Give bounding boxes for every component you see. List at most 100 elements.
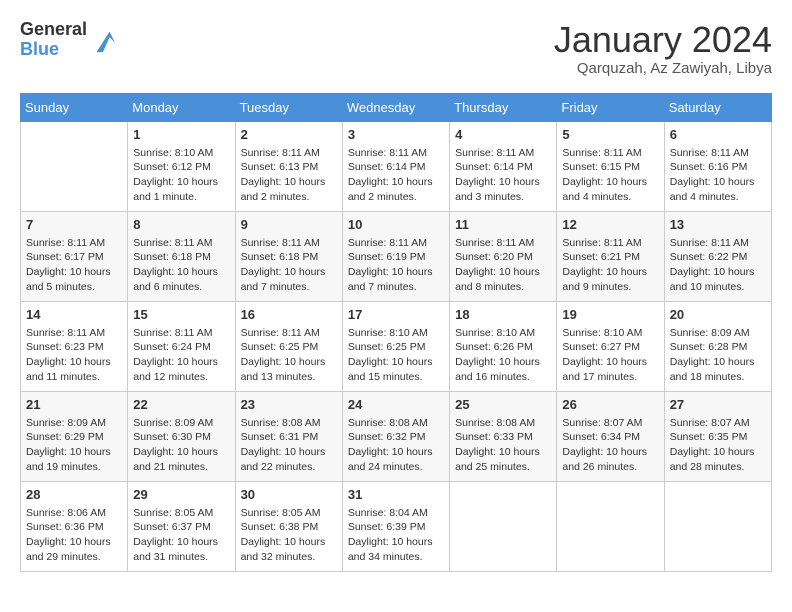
day-info-line: and 25 minutes.: [455, 460, 551, 475]
day-info-line: Sunset: 6:17 PM: [26, 250, 122, 265]
calendar-day-cell: 1Sunrise: 8:10 AMSunset: 6:12 PMDaylight…: [128, 121, 235, 211]
day-info-line: Daylight: 10 hours: [670, 445, 766, 460]
day-info-line: Daylight: 10 hours: [26, 445, 122, 460]
day-number: 20: [670, 306, 766, 324]
day-info-line: and 26 minutes.: [562, 460, 658, 475]
calendar-day-cell: [557, 481, 664, 571]
subtitle: Qarquzah, Az Zawiyah, Libya: [554, 60, 772, 77]
day-info-line: Sunset: 6:18 PM: [133, 250, 229, 265]
day-info-line: Sunrise: 8:08 AM: [348, 416, 444, 431]
day-info-line: Sunrise: 8:11 AM: [455, 146, 551, 161]
day-info-line: Daylight: 10 hours: [241, 175, 337, 190]
main-title: January 2024: [554, 20, 772, 60]
calendar-day-cell: 30Sunrise: 8:05 AMSunset: 6:38 PMDayligh…: [235, 481, 342, 571]
day-info-line: and 10 minutes.: [670, 280, 766, 295]
calendar-day-cell: 19Sunrise: 8:10 AMSunset: 6:27 PMDayligh…: [557, 301, 664, 391]
day-info-line: Sunrise: 8:11 AM: [133, 326, 229, 341]
calendar-day-cell: 28Sunrise: 8:06 AMSunset: 6:36 PMDayligh…: [21, 481, 128, 571]
day-info-line: Sunrise: 8:11 AM: [670, 236, 766, 251]
calendar-day-cell: 26Sunrise: 8:07 AMSunset: 6:34 PMDayligh…: [557, 391, 664, 481]
day-info-line: Daylight: 10 hours: [670, 355, 766, 370]
day-info-line: Daylight: 10 hours: [562, 355, 658, 370]
day-number: 10: [348, 216, 444, 234]
day-info-line: Daylight: 10 hours: [133, 265, 229, 280]
day-info-line: Sunrise: 8:11 AM: [455, 236, 551, 251]
day-info-line: Daylight: 10 hours: [26, 355, 122, 370]
day-info-line: Sunset: 6:20 PM: [455, 250, 551, 265]
day-info-line: Sunrise: 8:10 AM: [348, 326, 444, 341]
day-info-line: Sunrise: 8:10 AM: [562, 326, 658, 341]
day-info-line: Sunset: 6:25 PM: [241, 340, 337, 355]
day-number: 3: [348, 126, 444, 144]
day-number: 27: [670, 396, 766, 414]
day-number: 11: [455, 216, 551, 234]
day-number: 21: [26, 396, 122, 414]
calendar-day-cell: 14Sunrise: 8:11 AMSunset: 6:23 PMDayligh…: [21, 301, 128, 391]
day-info-line: and 15 minutes.: [348, 370, 444, 385]
day-number: 9: [241, 216, 337, 234]
day-info-line: Sunset: 6:21 PM: [562, 250, 658, 265]
day-number: 28: [26, 486, 122, 504]
day-info-line: Sunset: 6:29 PM: [26, 430, 122, 445]
calendar-day-cell: 12Sunrise: 8:11 AMSunset: 6:21 PMDayligh…: [557, 211, 664, 301]
day-info-line: Daylight: 10 hours: [348, 445, 444, 460]
day-info-line: and 29 minutes.: [26, 550, 122, 565]
calendar-header-cell: Saturday: [664, 93, 771, 121]
day-info-line: Sunset: 6:34 PM: [562, 430, 658, 445]
calendar-header-cell: Thursday: [450, 93, 557, 121]
day-number: 30: [241, 486, 337, 504]
day-info-line: and 4 minutes.: [562, 190, 658, 205]
calendar-day-cell: 20Sunrise: 8:09 AMSunset: 6:28 PMDayligh…: [664, 301, 771, 391]
day-info-line: and 6 minutes.: [133, 280, 229, 295]
calendar-header-row: SundayMondayTuesdayWednesdayThursdayFrid…: [21, 93, 772, 121]
calendar-day-cell: 15Sunrise: 8:11 AMSunset: 6:24 PMDayligh…: [128, 301, 235, 391]
day-number: 1: [133, 126, 229, 144]
day-info-line: and 16 minutes.: [455, 370, 551, 385]
day-info-line: Sunrise: 8:11 AM: [670, 146, 766, 161]
day-info-line: and 22 minutes.: [241, 460, 337, 475]
calendar-day-cell: 27Sunrise: 8:07 AMSunset: 6:35 PMDayligh…: [664, 391, 771, 481]
calendar-header-cell: Tuesday: [235, 93, 342, 121]
day-info-line: Sunrise: 8:07 AM: [562, 416, 658, 431]
calendar-day-cell: 5Sunrise: 8:11 AMSunset: 6:15 PMDaylight…: [557, 121, 664, 211]
day-number: 5: [562, 126, 658, 144]
day-info-line: and 4 minutes.: [670, 190, 766, 205]
calendar-day-cell: 8Sunrise: 8:11 AMSunset: 6:18 PMDaylight…: [128, 211, 235, 301]
day-number: 31: [348, 486, 444, 504]
day-number: 12: [562, 216, 658, 234]
calendar-day-cell: 11Sunrise: 8:11 AMSunset: 6:20 PMDayligh…: [450, 211, 557, 301]
day-info-line: and 31 minutes.: [133, 550, 229, 565]
day-info-line: Daylight: 10 hours: [241, 265, 337, 280]
day-info-line: Sunset: 6:25 PM: [348, 340, 444, 355]
day-info-line: Sunrise: 8:05 AM: [241, 506, 337, 521]
day-info-line: Daylight: 10 hours: [348, 355, 444, 370]
day-number: 29: [133, 486, 229, 504]
day-info-line: Daylight: 10 hours: [241, 535, 337, 550]
day-info-line: Sunrise: 8:11 AM: [241, 326, 337, 341]
calendar-day-cell: 9Sunrise: 8:11 AMSunset: 6:18 PMDaylight…: [235, 211, 342, 301]
day-info-line: Sunset: 6:14 PM: [455, 160, 551, 175]
day-number: 14: [26, 306, 122, 324]
day-info-line: Sunrise: 8:11 AM: [26, 326, 122, 341]
calendar-day-cell: 23Sunrise: 8:08 AMSunset: 6:31 PMDayligh…: [235, 391, 342, 481]
calendar-header: SundayMondayTuesdayWednesdayThursdayFrid…: [21, 93, 772, 121]
day-info-line: Daylight: 10 hours: [133, 535, 229, 550]
day-info-line: Sunrise: 8:08 AM: [455, 416, 551, 431]
logo-general: General: [20, 20, 87, 40]
day-info-line: Sunrise: 8:10 AM: [133, 146, 229, 161]
day-number: 2: [241, 126, 337, 144]
calendar-day-cell: 7Sunrise: 8:11 AMSunset: 6:17 PMDaylight…: [21, 211, 128, 301]
day-info-line: Daylight: 10 hours: [133, 445, 229, 460]
calendar-day-cell: 21Sunrise: 8:09 AMSunset: 6:29 PMDayligh…: [21, 391, 128, 481]
day-info-line: Sunrise: 8:11 AM: [562, 146, 658, 161]
day-info-line: and 2 minutes.: [241, 190, 337, 205]
day-info-line: Daylight: 10 hours: [133, 355, 229, 370]
day-number: 6: [670, 126, 766, 144]
day-number: 18: [455, 306, 551, 324]
day-info-line: Daylight: 10 hours: [348, 175, 444, 190]
calendar-day-cell: 13Sunrise: 8:11 AMSunset: 6:22 PMDayligh…: [664, 211, 771, 301]
calendar-day-cell: [21, 121, 128, 211]
day-info-line: Sunset: 6:14 PM: [348, 160, 444, 175]
calendar-header-cell: Friday: [557, 93, 664, 121]
day-info-line: and 1 minute.: [133, 190, 229, 205]
